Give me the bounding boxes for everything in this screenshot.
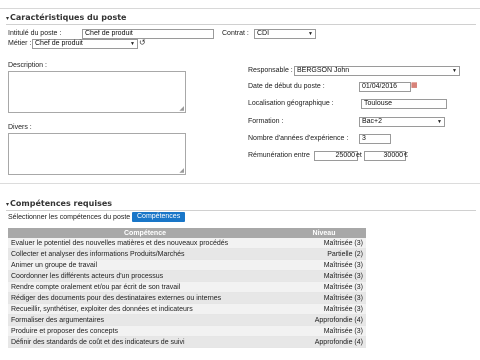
responsable-label: Responsable : xyxy=(248,67,293,74)
top-bar xyxy=(0,0,480,9)
competence-level: Maîtrisée (3) xyxy=(282,281,366,293)
competence-level: Maîtrisée (3) xyxy=(282,303,366,315)
dropdown-arrow-icon: ▼ xyxy=(452,68,457,74)
section-separator xyxy=(0,183,480,184)
competence-level: Partielle (2) xyxy=(282,248,366,260)
competence-level: Maîtrisée (3) xyxy=(282,238,366,249)
column-header-competence[interactable]: Compétence xyxy=(8,228,282,238)
competence-name: Evaluer le potentiel des nouvelles matiè… xyxy=(8,238,282,249)
remuneration-and-label: et xyxy=(356,152,362,159)
table-row[interactable]: Rendre compte oralement et/ou par écrit … xyxy=(8,281,366,293)
metier-select[interactable]: Chef de produit ▼ xyxy=(32,39,138,49)
contrat-select[interactable]: CDI ▼ xyxy=(254,29,316,39)
calendar-icon[interactable]: ▦ xyxy=(411,81,418,89)
section-divider xyxy=(6,24,476,25)
date-input[interactable]: 01/04/2016 xyxy=(359,82,411,92)
dropdown-arrow-icon: ▼ xyxy=(130,41,135,47)
table-row[interactable]: Définir des standards de coût et des ind… xyxy=(8,336,366,348)
remuneration-max-input[interactable]: 30000 xyxy=(364,151,406,161)
competence-level: Maîtrisée (3) xyxy=(282,270,366,282)
remuneration-label: Rémunération entre xyxy=(248,152,310,159)
responsable-select[interactable]: BERGSON John ▼ xyxy=(294,66,460,76)
currency-label: € xyxy=(404,152,408,159)
select-competences-label: Sélectionner les compétences du poste : xyxy=(8,214,135,221)
formation-select[interactable]: Bac+2 ▼ xyxy=(359,117,445,127)
competences-table: Compétence Niveau Evaluer le potentiel d… xyxy=(8,228,366,348)
localisation-label: Localisation géographique : xyxy=(248,100,334,107)
competence-level: Maîtrisée (3) xyxy=(282,292,366,304)
competence-name: Coordonner les différents acteurs d'un p… xyxy=(8,270,282,282)
competence-level: Maîtrisée (3) xyxy=(282,259,366,271)
formation-label: Formation : xyxy=(248,118,284,125)
section-competences-title[interactable]: ▾Compétences requises xyxy=(6,199,112,208)
table-row[interactable]: Coordonner les différents acteurs d'un p… xyxy=(8,270,366,282)
collapse-triangle-icon[interactable]: ▾ xyxy=(6,201,9,208)
table-row[interactable]: Evaluer le potentiel des nouvelles matiè… xyxy=(8,238,366,249)
column-header-niveau[interactable]: Niveau xyxy=(282,228,366,238)
table-row[interactable]: Produire et proposer des concepts Maîtris… xyxy=(8,325,366,337)
competence-name: Rendre compte oralement et/ou par écrit … xyxy=(8,281,282,293)
resize-grip-icon[interactable]: ◢ xyxy=(179,168,184,174)
metier-label: Métier : xyxy=(8,40,32,47)
table-row[interactable]: Animer un groupe de travail Maîtrisée (3) xyxy=(8,259,366,271)
competence-level: Approfondie (4) xyxy=(282,314,366,326)
table-row[interactable]: Recueillir, synthétiser, exploiter des d… xyxy=(8,303,366,315)
date-label: Date de début du poste : xyxy=(248,83,325,90)
experience-label: Nombre d'années d'expérience : xyxy=(248,135,349,142)
divers-textarea[interactable]: ◢ xyxy=(8,133,186,175)
competence-name: Collecter et analyser des informations P… xyxy=(8,248,282,260)
competences-button[interactable]: Compétences xyxy=(132,212,186,222)
contrat-label: Contrat : xyxy=(222,30,249,37)
table-header-row: Compétence Niveau xyxy=(8,228,366,238)
competence-name: Définir des standards de coût et des ind… xyxy=(8,336,282,348)
remuneration-min-input[interactable]: 25000 xyxy=(314,151,358,161)
experience-input[interactable]: 3 xyxy=(359,134,391,144)
collapse-triangle-icon[interactable]: ▾ xyxy=(6,15,9,22)
resize-grip-icon[interactable]: ◢ xyxy=(179,106,184,112)
table-row[interactable]: Collecter et analyser des informations P… xyxy=(8,248,366,260)
intitule-label: Intitulé du poste : xyxy=(8,30,62,37)
competence-name: Produire et proposer des concepts xyxy=(8,325,282,337)
competence-name: Rédiger des documents pour des destinata… xyxy=(8,292,282,304)
competence-level: Maîtrisée (3) xyxy=(282,325,366,337)
localisation-input[interactable]: Toulouse xyxy=(361,99,447,109)
description-label: Description : xyxy=(8,62,47,69)
section-divider xyxy=(6,210,476,211)
divers-label: Divers : xyxy=(8,124,32,131)
dropdown-arrow-icon: ▼ xyxy=(308,31,313,37)
refresh-icon[interactable]: ↺ xyxy=(139,38,146,47)
dropdown-arrow-icon: ▼ xyxy=(437,119,442,125)
section-caracteristiques-title[interactable]: ▾Caractéristiques du poste xyxy=(6,13,126,22)
description-textarea[interactable]: ◢ xyxy=(8,71,186,113)
competence-name: Recueillir, synthétiser, exploiter des d… xyxy=(8,303,282,315)
competence-level: Approfondie (4) xyxy=(282,336,366,348)
table-row[interactable]: Rédiger des documents pour des destinata… xyxy=(8,292,366,304)
intitule-input[interactable]: Chef de produit xyxy=(82,29,214,39)
competence-name: Animer un groupe de travail xyxy=(8,259,282,271)
table-row[interactable]: Formaliser des argumentaires Approfondie … xyxy=(8,314,366,326)
competence-name: Formaliser des argumentaires xyxy=(8,314,282,326)
